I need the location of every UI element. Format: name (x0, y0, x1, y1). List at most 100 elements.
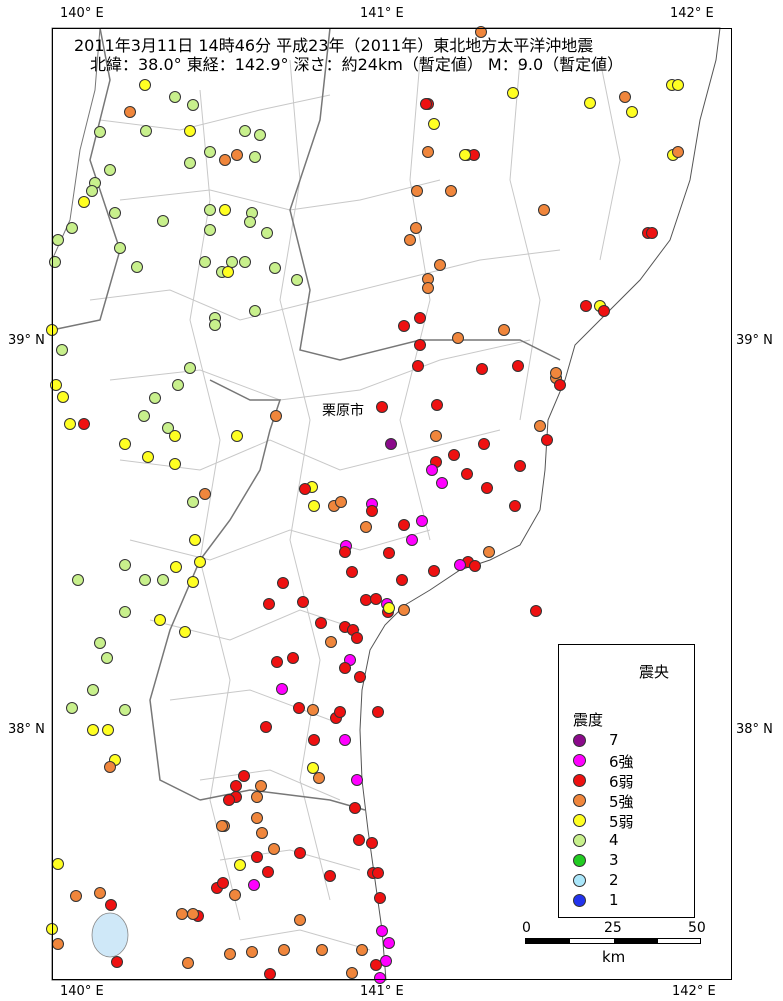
lon-label-142-top: 142° E (670, 6, 714, 21)
station-marker (251, 812, 263, 824)
station-marker (87, 724, 99, 736)
station-marker (534, 420, 546, 432)
station-marker (313, 772, 325, 784)
station-marker (251, 791, 263, 803)
legend-epicenter-label: 震央 (639, 663, 670, 681)
station-marker (431, 399, 443, 411)
legend-swatch (573, 874, 586, 887)
station-marker (169, 458, 181, 470)
legend-label: 2 (609, 871, 619, 889)
station-marker (204, 146, 216, 158)
station-marker (187, 99, 199, 111)
station-marker (434, 259, 446, 271)
station-marker (672, 79, 684, 91)
station-marker (412, 360, 424, 372)
station-marker (287, 652, 299, 664)
legend-swatch (573, 854, 586, 867)
station-marker (139, 79, 151, 91)
station-marker (119, 704, 131, 716)
scale-tick-25: 25 (604, 920, 622, 936)
station-marker (187, 576, 199, 588)
station-marker (396, 574, 408, 586)
legend-swatch (573, 894, 586, 907)
station-marker (157, 574, 169, 586)
station-marker (119, 559, 131, 571)
station-marker (111, 956, 123, 968)
station-marker (142, 451, 154, 463)
station-marker (255, 780, 267, 792)
legend-label: 6強 (609, 753, 634, 771)
station-marker (114, 242, 126, 254)
station-marker (372, 867, 384, 879)
legend-label: 1 (609, 891, 619, 909)
station-marker (366, 837, 378, 849)
station-marker (204, 224, 216, 236)
station-marker (249, 151, 261, 163)
station-marker (57, 391, 69, 403)
station-marker (580, 300, 592, 312)
station-marker (138, 410, 150, 422)
station-marker (410, 222, 422, 234)
station-marker (52, 858, 64, 870)
station-marker (406, 534, 418, 546)
station-marker (248, 879, 260, 891)
legend-swatch (573, 734, 586, 747)
station-marker (204, 204, 216, 216)
station-marker (454, 559, 466, 571)
legend-label: 7 (609, 731, 619, 749)
station-marker (139, 574, 151, 586)
station-marker (414, 339, 426, 351)
station-marker (428, 565, 440, 577)
station-marker (184, 362, 196, 374)
station-marker (262, 866, 274, 878)
station-marker (370, 959, 382, 971)
station-marker (370, 593, 382, 605)
place-label-kurihara: 栗原市 (322, 400, 364, 420)
station-marker (87, 684, 99, 696)
station-marker (383, 602, 395, 614)
station-marker (230, 780, 242, 792)
station-marker (507, 87, 519, 99)
station-marker (187, 496, 199, 508)
station-marker (189, 534, 201, 546)
station-marker (530, 605, 542, 617)
station-marker (140, 125, 152, 137)
station-marker (294, 914, 306, 926)
station-marker (293, 702, 305, 714)
station-marker (672, 146, 684, 158)
station-marker (263, 598, 275, 610)
station-marker (184, 157, 196, 169)
station-marker (481, 482, 493, 494)
station-marker (383, 937, 395, 949)
station-marker (170, 561, 182, 573)
scale-bar: 0 25 50 km (522, 920, 712, 970)
station-marker (445, 185, 457, 197)
lon-label-140-top: 140° E (60, 6, 104, 21)
station-marker (452, 332, 464, 344)
station-marker (478, 438, 490, 450)
station-marker (105, 899, 117, 911)
station-marker (271, 656, 283, 668)
lake (91, 912, 129, 958)
station-marker (360, 594, 372, 606)
station-marker (238, 770, 250, 782)
station-marker (66, 222, 78, 234)
station-marker (52, 938, 64, 950)
station-marker (360, 521, 372, 533)
station-marker (385, 438, 397, 450)
legend-swatch (573, 754, 586, 767)
station-marker (307, 704, 319, 716)
station-marker (416, 515, 428, 527)
station-marker (182, 957, 194, 969)
scale-tick-0: 0 (522, 920, 531, 936)
station-marker (199, 488, 211, 500)
station-marker (325, 636, 337, 648)
station-marker (256, 827, 268, 839)
station-marker (335, 496, 347, 508)
station-marker (372, 706, 384, 718)
station-marker (294, 847, 306, 859)
station-marker (353, 834, 365, 846)
station-marker (269, 262, 281, 274)
station-marker (383, 547, 395, 559)
legend-label: 5強 (609, 793, 634, 811)
